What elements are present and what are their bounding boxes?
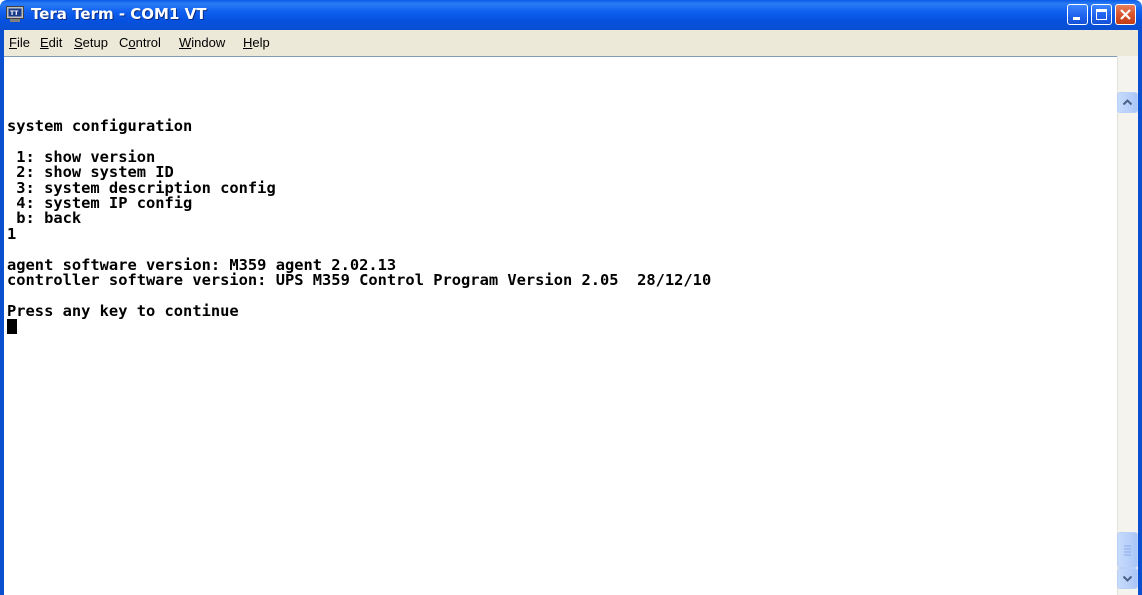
menu-edit[interactable]: Edit: [40, 35, 62, 50]
terminal-line: b: back: [7, 209, 82, 228]
tera-term-icon: TT: [6, 6, 24, 22]
menu-help-rest: elp: [252, 35, 270, 50]
chevron-down-icon: [1122, 575, 1133, 582]
maximize-icon: [1096, 9, 1107, 20]
menu-help[interactable]: Help: [243, 35, 270, 50]
title-bar[interactable]: TT Tera Term - COM1 VT: [0, 0, 1142, 30]
terminal-line: 4: system IP config: [7, 193, 193, 212]
tera-term-window: TT Tera Term - COM1 VT File Edit Setup C: [0, 0, 1142, 595]
terminal-screen[interactable]: system configuration 1: show version 2: …: [4, 56, 1117, 595]
menu-control-mnemonic: o: [128, 35, 136, 50]
menu-setup-mnemonic: S: [74, 35, 83, 50]
chevron-up-icon: [1122, 99, 1133, 106]
menu-file-mnemonic: F: [9, 35, 17, 50]
window-title: Tera Term - COM1 VT: [31, 5, 207, 23]
menu-window-mnemonic: W: [179, 35, 192, 50]
close-button[interactable]: [1115, 4, 1136, 25]
terminal-output: system configuration 1: show version 2: …: [7, 117, 712, 335]
minimize-button[interactable]: [1067, 4, 1088, 25]
grip-icon: [1124, 545, 1131, 556]
menu-edit-mnemonic: E: [40, 35, 49, 50]
menu-file-rest: ile: [16, 35, 30, 50]
close-icon: [1120, 9, 1131, 20]
minimize-icon: [1073, 17, 1080, 20]
terminal-line: Press any key to continue: [7, 301, 239, 320]
terminal-line: controller software version: UPS M359 Co…: [7, 270, 712, 289]
svg-text:TT: TT: [10, 10, 19, 17]
menu-edit-rest: dit: [48, 35, 63, 50]
window-frame-right: [1138, 56, 1142, 595]
maximize-button[interactable]: [1091, 4, 1112, 25]
vertical-scrollbar[interactable]: [1117, 56, 1138, 595]
scroll-down-button[interactable]: [1117, 568, 1138, 589]
terminal-cursor-line: [7, 319, 711, 335]
scroll-up-button[interactable]: [1117, 92, 1138, 113]
menu-window-rest: indow: [191, 35, 226, 50]
menu-setup[interactable]: Setup: [74, 35, 108, 50]
scrollbar-thumb[interactable]: [1117, 532, 1138, 568]
menu-control-pre: C: [119, 35, 129, 50]
menu-bar: File Edit Setup Control Window Help: [0, 30, 1142, 56]
menu-control-rest: ntrol: [135, 35, 161, 50]
menu-file[interactable]: File: [9, 35, 30, 50]
terminal-line: 1: [7, 224, 17, 243]
terminal-line: system configuration: [7, 117, 193, 135]
text-cursor: [7, 319, 17, 335]
menu-control[interactable]: Control: [119, 35, 161, 50]
menu-help-mnemonic: H: [243, 35, 253, 50]
menu-window[interactable]: Window: [179, 35, 225, 50]
menu-setup-rest: etup: [82, 35, 108, 50]
